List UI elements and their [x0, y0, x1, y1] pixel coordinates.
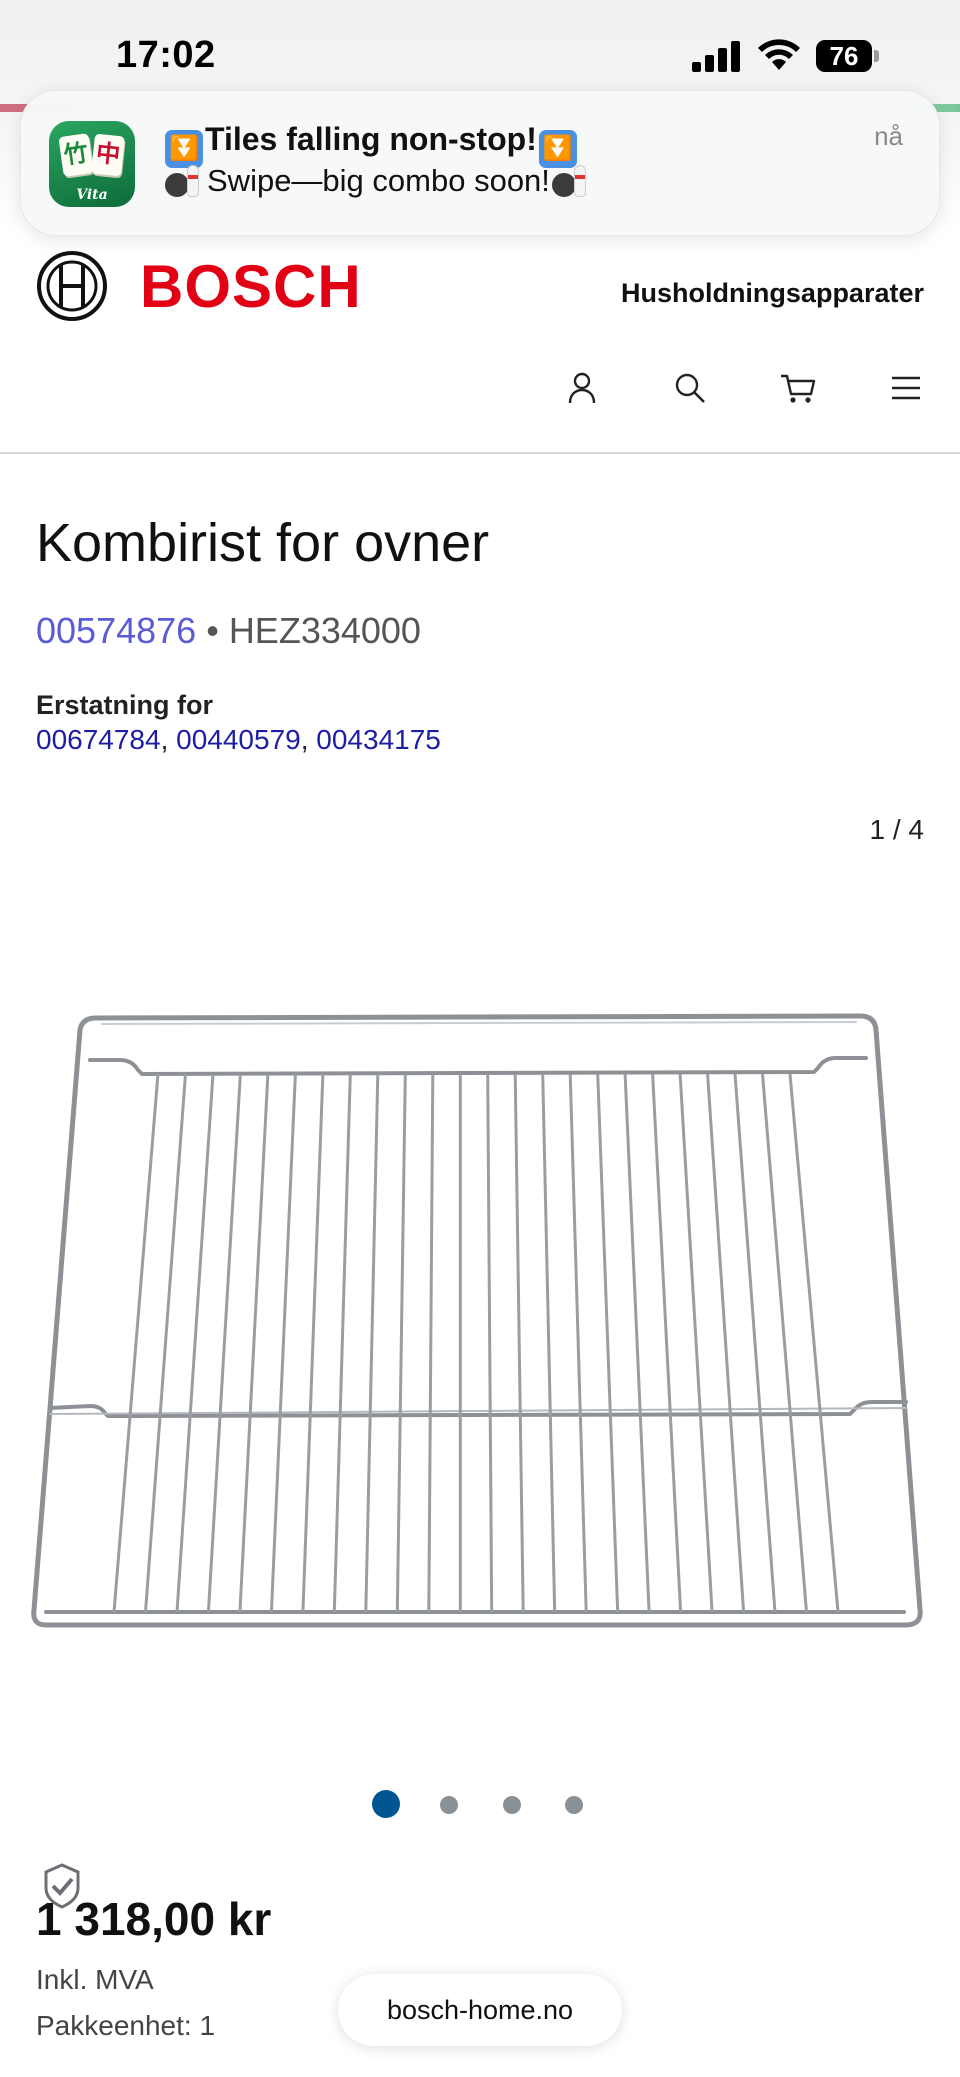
- browser-url-bar[interactable]: bosch-home.no: [338, 1974, 622, 2046]
- notification-banner[interactable]: 竹 中 Vita ⏬ Tiles falling non-stop! ⏬ Swipe…: [20, 90, 940, 236]
- rack-bar: [486, 1073, 494, 1613]
- battery-level: 76: [816, 40, 872, 72]
- id-separator: •: [206, 610, 219, 651]
- model-number: HEZ334000: [228, 610, 421, 651]
- rack-bar: [678, 1073, 714, 1613]
- gallery-counter: 1 / 4: [869, 814, 924, 845]
- battery-icon: 76: [816, 40, 880, 72]
- rack-bar: [301, 1073, 325, 1613]
- notification-title: Tiles falling non-stop!: [205, 121, 537, 157]
- rack-bar: [427, 1073, 435, 1613]
- header-divider: [0, 452, 960, 454]
- gallery-dot-active[interactable]: [372, 1790, 400, 1818]
- rack-bar: [568, 1073, 588, 1613]
- notification-time: nå: [874, 121, 903, 151]
- rack-bar: [238, 1073, 270, 1613]
- rack-bar: [706, 1073, 746, 1613]
- notification-body-line: Swipe—big combo soon!: [163, 163, 594, 199]
- replacement-link[interactable]: 00674784: [36, 724, 161, 755]
- rack-bar: [623, 1073, 651, 1613]
- bowling-icon: [550, 163, 594, 197]
- menu-icon[interactable]: [886, 370, 926, 406]
- wifi-icon: [758, 39, 800, 70]
- rack-bar: [596, 1073, 620, 1613]
- product-image-oven-rack[interactable]: [30, 1000, 930, 1640]
- rack-bar: [513, 1073, 525, 1613]
- search-icon[interactable]: [670, 370, 710, 406]
- part-number[interactable]: 00574876: [36, 610, 196, 651]
- replacement-link[interactable]: 00440579: [176, 724, 301, 755]
- gallery-dot[interactable]: [440, 1796, 458, 1814]
- cart-icon[interactable]: [778, 370, 818, 406]
- gallery-pagination: [0, 1790, 960, 1820]
- rack-bar: [364, 1073, 380, 1613]
- bosch-armature-logo[interactable]: [36, 250, 108, 322]
- product-identifiers: 00574876 • HEZ334000: [36, 610, 421, 652]
- replacement-link[interactable]: 00434175: [316, 724, 441, 755]
- brand-name[interactable]: BOSCH: [140, 252, 362, 321]
- rack-bar: [206, 1073, 242, 1613]
- product-price: 1 318,00 kr: [36, 1893, 272, 1945]
- notification-body: Swipe—big combo soon!: [207, 163, 550, 198]
- account-icon[interactable]: [562, 370, 602, 406]
- pack-unit: Pakkeenhet: 1: [36, 2010, 216, 2041]
- rack-bar: [175, 1073, 215, 1613]
- rack-bar: [395, 1073, 407, 1613]
- app-icon-label: Vita: [76, 187, 108, 203]
- replacement-list: 00674784, 00440579, 00434175: [36, 724, 441, 755]
- rack-bar: [332, 1073, 352, 1613]
- app-icon: 竹 中 Vita: [49, 121, 135, 207]
- product-title: Kombirist for ovner: [36, 513, 490, 573]
- gallery-dot[interactable]: [503, 1796, 521, 1814]
- vat-note: Inkl. MVA: [36, 1964, 154, 1995]
- gallery-dot[interactable]: [565, 1796, 583, 1814]
- bowling-icon: [163, 163, 207, 197]
- status-time: 17:02: [116, 34, 216, 76]
- notification-title-line: ⏬ Tiles falling non-stop! ⏬: [163, 121, 579, 168]
- rack-bar: [651, 1073, 683, 1613]
- cellular-signal-icon: [692, 40, 742, 72]
- replacement-label: Erstatning for: [36, 690, 214, 720]
- header-category[interactable]: Husholdningsapparater: [621, 278, 924, 309]
- status-bar: 17:02 76: [0, 0, 960, 100]
- rack-bar: [541, 1073, 557, 1613]
- rack-bar: [788, 1073, 840, 1613]
- rack-bar: [269, 1073, 297, 1613]
